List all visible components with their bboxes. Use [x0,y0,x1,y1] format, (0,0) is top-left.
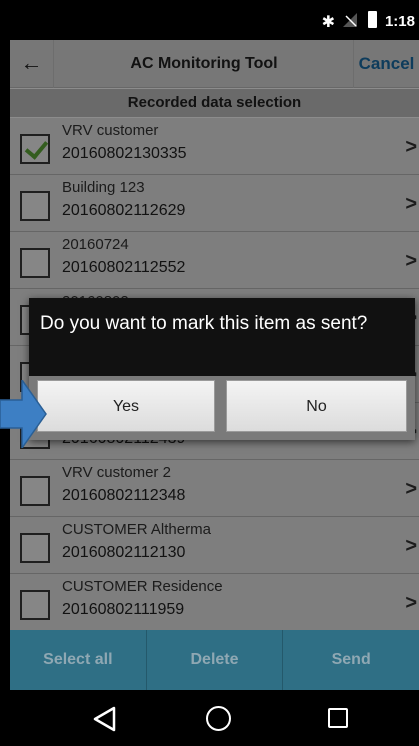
delete-button[interactable]: Delete [147,630,284,690]
dialog-message: Do you want to mark this item as sent? [40,313,368,334]
phone-frame: ✱ 1:18 ← AC Monitoring Tool Cancel Recor… [0,0,419,746]
bluetooth-icon: ✱ [321,14,335,31]
nav-home-icon[interactable] [206,706,231,731]
status-time: 1:18 [384,13,415,30]
pointer-arrow-icon [0,380,47,448]
no-signal-icon [343,13,357,27]
send-button[interactable]: Send [283,630,419,690]
bottom-action-bar: Select all Delete Send [10,630,419,690]
select-all-button[interactable]: Select all [10,630,147,690]
nav-recent-apps-icon[interactable] [328,708,348,728]
yes-button[interactable]: Yes [37,380,215,432]
nav-back-icon[interactable] [90,704,120,734]
battery-icon [368,11,377,28]
dialog-button-row: Yes No [29,376,415,440]
no-button[interactable]: No [226,380,407,432]
navigation-bar [10,690,419,746]
confirm-dialog: Do you want to mark this item as sent? Y… [29,298,415,440]
status-bar: ✱ 1:18 [10,0,419,40]
